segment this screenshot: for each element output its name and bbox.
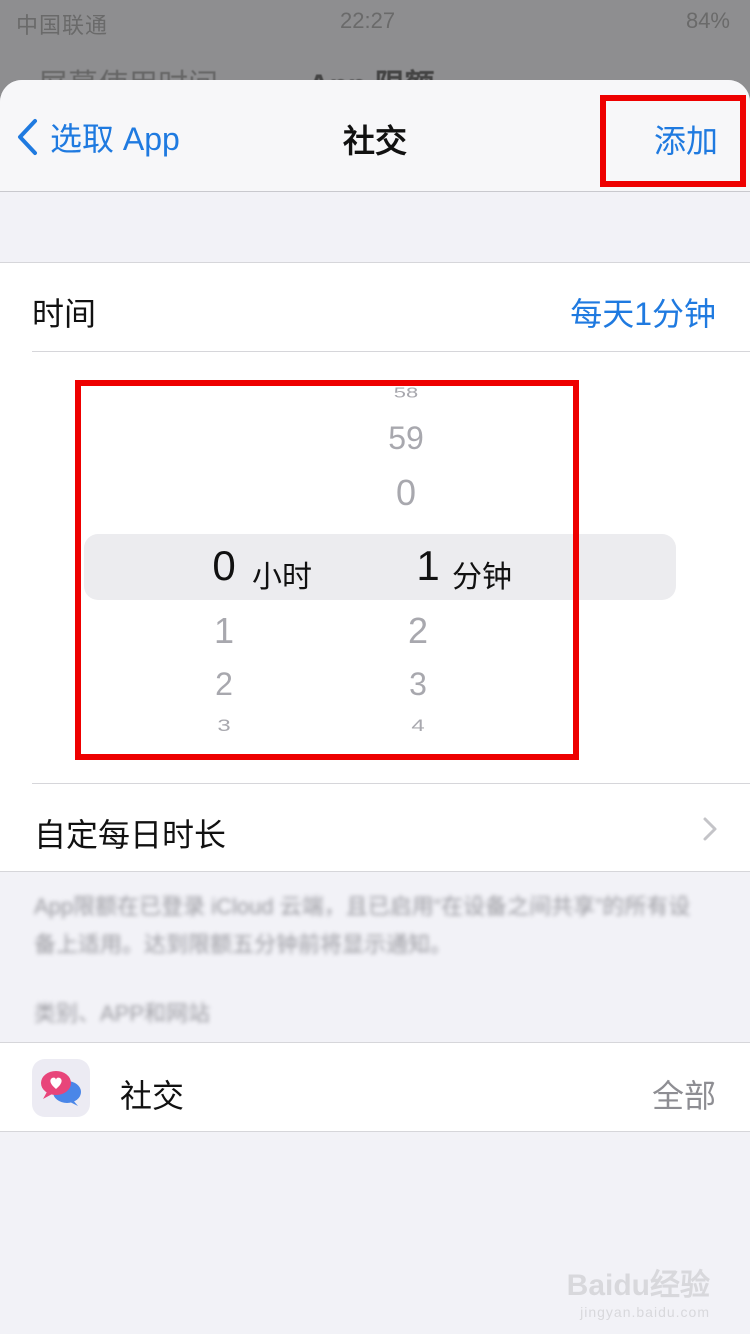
status-bar: 中国联通 22:27 84%	[0, 0, 750, 42]
minutes-option[interactable]: 4	[378, 716, 458, 736]
carrier-label: 中国联通	[16, 13, 109, 38]
hours-unit: 小时	[252, 561, 312, 594]
chevron-right-icon	[703, 817, 717, 841]
app-limit-sheet: 选取 App 社交 添加 时间 每天1分钟 0 小时 1 2 3 58 59 0…	[0, 80, 750, 1334]
nav-bar: 选取 App 社交 添加	[0, 80, 750, 192]
minutes-option[interactable]: 0	[366, 472, 446, 514]
category-name: 社交	[120, 1078, 185, 1114]
minutes-unit: 分钟	[452, 561, 512, 594]
time-value: 每天1分钟	[570, 296, 716, 332]
time-picker[interactable]: 0 小时 1 2 3 58 59 0 1 分钟 2 3 4	[0, 352, 750, 782]
hours-option[interactable]: 3	[184, 716, 264, 736]
custom-daily-duration-label: 自定每日时长	[34, 817, 227, 853]
watermark-url: jingyan.baidu.com	[580, 1304, 710, 1320]
social-app-icon	[32, 1059, 90, 1117]
minutes-option[interactable]: 3	[378, 666, 458, 703]
hours-option[interactable]: 1	[184, 610, 264, 652]
minutes-option[interactable]: 59	[366, 420, 446, 457]
watermark: Baidu经验 jingyan.baidu.com	[567, 1260, 710, 1320]
battery-level: 84%	[685, 8, 730, 33]
category-value: 全部	[651, 1078, 716, 1114]
custom-daily-duration-row[interactable]: 自定每日时长	[0, 784, 750, 872]
limit-footnote: App限额在已登录 iCloud 云端，且已启用“在设备之间共享”的所有设备上适…	[34, 894, 691, 957]
picker-selection-band	[84, 534, 676, 600]
category-row[interactable]: 社交 全部	[0, 1042, 750, 1132]
time-label: 时间	[32, 296, 97, 332]
status-time: 22:27	[340, 8, 396, 33]
time-row[interactable]: 时间 每天1分钟	[0, 263, 750, 351]
hours-option[interactable]: 2	[184, 666, 264, 703]
page-title: 社交	[342, 123, 407, 159]
section-header: 类别、APP和网站	[34, 1001, 211, 1026]
watermark-brand: Baidu经验	[566, 1269, 710, 1302]
minutes-option[interactable]: 58	[366, 385, 446, 402]
time-settings-group: 时间 每天1分钟 0 小时 1 2 3 58 59 0 1 分钟 2 3 4 自…	[0, 262, 750, 872]
minutes-option[interactable]: 2	[378, 610, 458, 652]
add-button[interactable]: 添加	[654, 116, 718, 162]
